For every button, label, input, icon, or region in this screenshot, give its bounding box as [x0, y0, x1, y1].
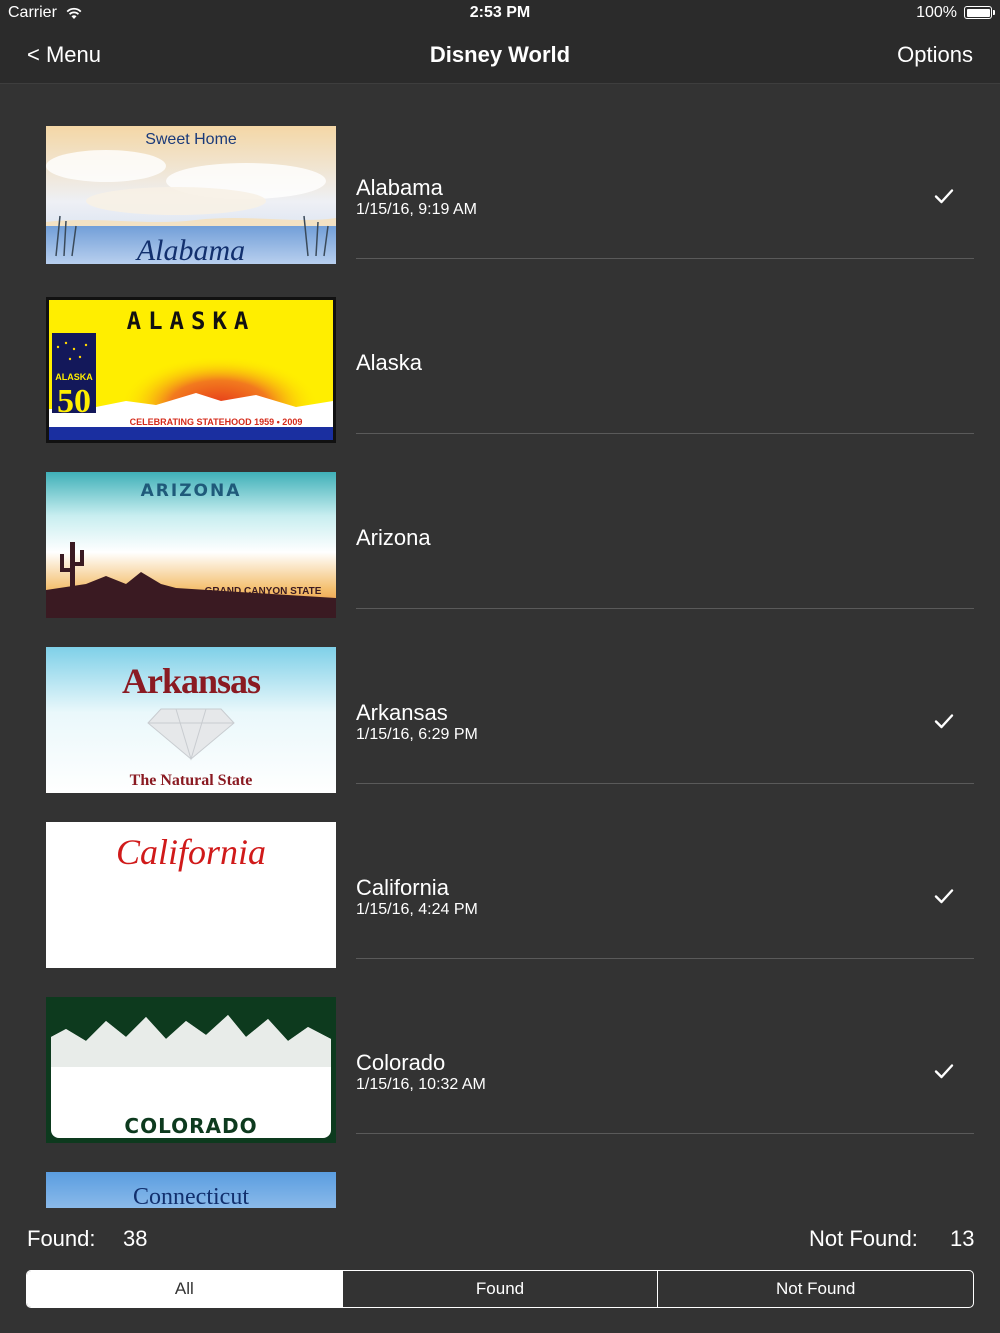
- plate-state-name: California: [356, 875, 449, 900]
- checkmark-icon: [934, 1064, 954, 1079]
- plate-image-connecticut: Connecticut: [46, 1172, 336, 1208]
- plate-bottom-text: GRAND CANYON STATE: [205, 586, 322, 597]
- not-found-label: Not Found:: [809, 1226, 918, 1251]
- filter-all-button[interactable]: All: [27, 1271, 342, 1307]
- plate-image-california: California: [46, 822, 336, 968]
- battery-percent: 100%: [916, 4, 957, 21]
- status-time: 2:53 PM: [469, 4, 531, 21]
- plate-row-alaska[interactable]: ALASKA 50 ALASKA CELEBRATING STATEHOOD 1…: [0, 259, 1000, 443]
- navigation-bar: < Menu Disney World Options: [0, 28, 1000, 84]
- plate-state-name: Alabama: [356, 175, 443, 200]
- page-title: Disney World: [429, 42, 571, 67]
- filter-found-button[interactable]: Found: [341, 1271, 658, 1307]
- found-count: 38: [123, 1226, 148, 1251]
- plate-state-name: Colorado: [356, 1050, 446, 1075]
- filter-not-found-button[interactable]: Not Found: [657, 1271, 973, 1307]
- plate-found-date: 1/15/16, 6:29 PM: [356, 726, 478, 743]
- plate-bottom-text: CELEBRATING STATEHOOD 1959 • 2009: [130, 417, 303, 427]
- not-found-count: 13: [950, 1226, 975, 1251]
- plate-badge-text: ALASKA: [55, 372, 93, 382]
- checkmark-icon: [934, 189, 954, 204]
- options-button[interactable]: Options: [897, 42, 973, 68]
- battery-icon: [964, 6, 995, 19]
- plate-top-text: ALASKA: [127, 307, 256, 335]
- plate-state-name: Arkansas: [356, 700, 448, 725]
- plate-top-text: California: [116, 832, 266, 872]
- found-label: Found:: [27, 1226, 96, 1251]
- plate-found-date: 1/15/16, 9:19 AM: [356, 201, 477, 218]
- plate-row-california[interactable]: California California 1/15/16, 4:24 PM: [0, 784, 1000, 968]
- filter-segmented-control: All Found Not Found: [26, 1270, 974, 1308]
- plate-row-colorado[interactable]: COLORADO Colorado 1/15/16, 10:32 AM: [0, 959, 1000, 1143]
- plate-image-colorado: COLORADO: [46, 997, 336, 1143]
- plate-found-date: 1/15/16, 10:32 AM: [356, 1076, 486, 1093]
- status-bar: Carrier 2:53 PM 100%: [0, 0, 1000, 28]
- plate-image-alabama: Sweet Home Alabama: [46, 126, 336, 264]
- checkmark-icon: [934, 714, 954, 729]
- plate-row-connecticut[interactable]: Connecticut: [0, 1134, 1000, 1208]
- plate-row-arkansas[interactable]: Arkansas The Natural State Arkansas 1/15…: [0, 609, 1000, 793]
- plate-top-text: Sweet Home: [145, 131, 237, 148]
- plate-list[interactable]: Sweet Home Alabama Alabama 1/15/16, 9:19…: [0, 84, 1000, 1208]
- footer: Found: 38 Not Found: 13 All Found Not Fo…: [0, 1208, 1000, 1333]
- plate-found-date: 1/15/16, 4:24 PM: [356, 901, 478, 918]
- plate-image-arizona: ARIZONA GRAND CANYON STATE: [46, 472, 336, 618]
- plate-row-alabama[interactable]: Sweet Home Alabama Alabama 1/15/16, 9:19…: [0, 84, 1000, 264]
- plate-top-text: ARIZONA: [141, 481, 242, 501]
- plate-image-alaska: ALASKA 50 ALASKA CELEBRATING STATEHOOD 1…: [46, 297, 336, 443]
- plate-row-arizona[interactable]: ARIZONA GRAND CANYON STATE Arizona: [0, 434, 1000, 618]
- checkmark-icon: [934, 889, 954, 904]
- plate-top-text: Arkansas: [122, 661, 261, 701]
- plate-state-name: Arizona: [356, 525, 431, 550]
- plate-image-arkansas: Arkansas The Natural State: [46, 647, 336, 793]
- plate-top-text: Connecticut: [133, 1184, 249, 1208]
- plate-badge-number: 50: [57, 383, 91, 420]
- plate-state-name: Alaska: [356, 350, 423, 375]
- back-menu-button[interactable]: < Menu: [27, 42, 101, 68]
